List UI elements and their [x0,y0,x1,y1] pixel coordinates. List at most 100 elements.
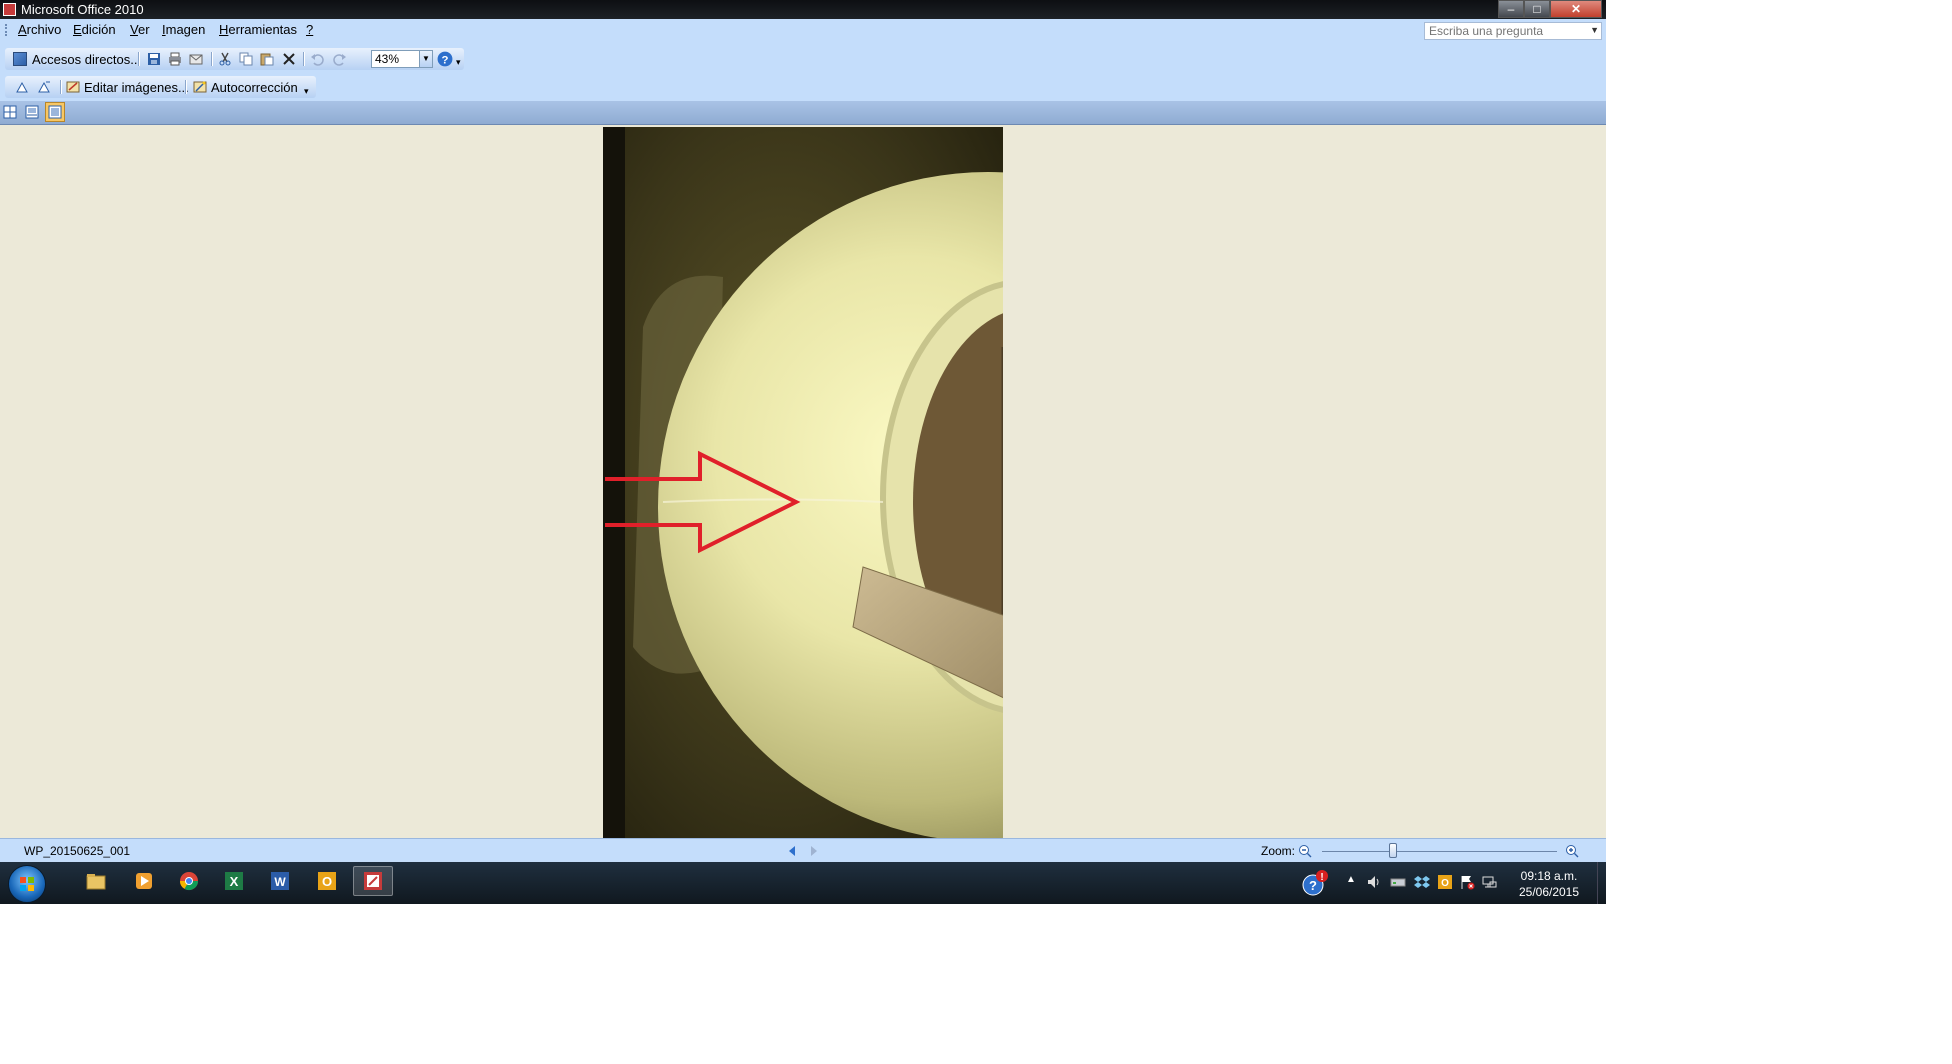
taskbar-clock[interactable]: 09:18 a.m. 25/06/2015 [1504,868,1594,900]
cut-button[interactable] [218,50,232,68]
taskbar-explorer[interactable] [76,866,116,896]
app-icon[interactable] [3,3,16,16]
delete-icon [283,53,295,65]
start-button[interactable] [8,865,46,903]
svg-text:O: O [322,874,332,889]
zoom-slider-track[interactable] [1322,851,1557,852]
outlook-tray-icon[interactable]: O [1437,874,1453,890]
zoom-dropdown-icon[interactable]: ▼ [419,51,432,67]
taskbar-excel[interactable]: X [214,866,254,896]
title-bar: Microsoft Office 2010 – □ ✕ [0,0,1606,19]
menu-help[interactable]: ? [306,22,313,37]
toolbar-options-icon[interactable]: ▾ [456,57,461,68]
minimize-button[interactable]: – [1498,0,1524,18]
word-icon: W [271,872,289,890]
picture-toolbar: Editar imágenes... Autocorrección ▾ [0,76,1606,101]
taskbar-chrome[interactable] [169,866,209,896]
close-button[interactable]: ✕ [1550,0,1602,18]
menu-herramientas[interactable]: Herramientas [219,22,297,37]
filmstrip-view-icon [25,105,39,119]
taskbar-picture-manager[interactable] [353,866,393,896]
edit-images-label: Editar imágenes... [84,79,189,95]
shortcuts-button[interactable]: Accesos directos... [13,50,141,68]
next-icon[interactable] [808,845,820,857]
zoom-slider-thumb[interactable] [1388,843,1397,858]
toolbar-separator [303,52,305,66]
menu-imagen[interactable]: Imagen [162,22,205,37]
application-window: Microsoft Office 2010 – □ ✕ Archivo Edic… [0,0,1606,904]
displayed-photo[interactable] [603,127,1003,838]
toolbar-separator [211,52,213,66]
zoom-input[interactable] [372,51,418,67]
prev-icon[interactable] [786,845,798,857]
file-name: WP_20150625_001 [24,844,131,858]
menu-grip[interactable] [5,24,9,36]
show-hidden-icons-icon[interactable]: ▲ [1346,874,1356,885]
toolbar-separator [185,80,187,94]
action-center-icon[interactable]: ?! [1302,870,1328,896]
thumbnail-view-button[interactable] [3,103,17,121]
save-icon [148,53,160,65]
zoom-label: Zoom: [1261,844,1296,858]
clock-date: 25/06/2015 [1518,885,1580,899]
copy-button[interactable] [239,50,253,68]
menu-ver[interactable]: Ver [130,22,150,37]
drive-icon[interactable] [1390,874,1406,890]
copy-icon [239,52,253,66]
zoom-out-icon[interactable] [1298,844,1312,858]
ask-question-input[interactable] [1425,23,1583,39]
taskbar-outlook[interactable]: O [307,866,347,896]
undo-button[interactable] [310,50,324,68]
filmstrip-view-button[interactable] [25,103,39,121]
shortcuts-icon [13,52,27,66]
volume-icon[interactable] [1366,874,1382,890]
menu-archivo[interactable]: Archivo [18,22,61,37]
menu-bar: Archivo Edición Ver Imagen Herramientas … [0,19,1606,41]
rotate-right-button[interactable] [37,78,51,96]
clock-time: 09:18 a.m. [1520,869,1578,883]
toolbar-separator [138,52,140,66]
picture-manager-icon [364,872,382,890]
chrome-icon [180,872,198,891]
autocorrect-button[interactable]: Autocorrección [193,78,298,96]
help-icon: ? [437,51,453,67]
svg-text:X: X [230,874,239,889]
svg-text:O: O [1441,878,1449,889]
paste-icon [260,53,274,66]
network-icon[interactable] [1481,874,1497,890]
svg-text:!: ! [1320,872,1323,883]
print-icon [169,52,181,66]
email-icon [189,54,203,65]
redo-button[interactable] [333,50,347,68]
toolbar-separator [60,80,62,94]
toolbar-options-icon[interactable]: ▾ [304,86,309,97]
taskbar-media-player[interactable] [124,866,164,896]
email-button[interactable] [189,50,203,68]
ask-question-box: ▼ [1424,22,1602,40]
maximize-button[interactable]: □ [1524,0,1550,18]
flag-alert-icon[interactable] [1459,874,1475,890]
explorer-icon [86,874,106,890]
show-desktop-button[interactable] [1597,862,1606,904]
print-button[interactable] [168,50,182,68]
dropbox-icon[interactable] [1414,874,1430,890]
svg-text:W: W [274,875,286,889]
single-view-button[interactable] [45,102,65,122]
single-view-icon [48,105,62,119]
paste-button[interactable] [260,50,274,68]
zoom-in-icon[interactable] [1565,844,1579,858]
edit-images-button[interactable]: Editar imágenes... [66,78,189,96]
shortcuts-label: Accesos directos... [32,51,142,67]
help-button[interactable]: ? [437,50,453,68]
save-button[interactable] [147,50,161,68]
media-player-icon [136,873,152,889]
taskbar-word[interactable]: W [260,866,300,896]
edit-image-icon [66,81,80,93]
autocorrect-icon [193,81,207,93]
rotate-right-icon [38,81,50,93]
menu-edicion[interactable]: Edición [73,22,116,37]
ask-dropdown-icon[interactable]: ▼ [1590,25,1599,35]
redo-icon [333,54,346,66]
delete-button[interactable] [282,50,296,68]
rotate-left-button[interactable] [15,78,29,96]
